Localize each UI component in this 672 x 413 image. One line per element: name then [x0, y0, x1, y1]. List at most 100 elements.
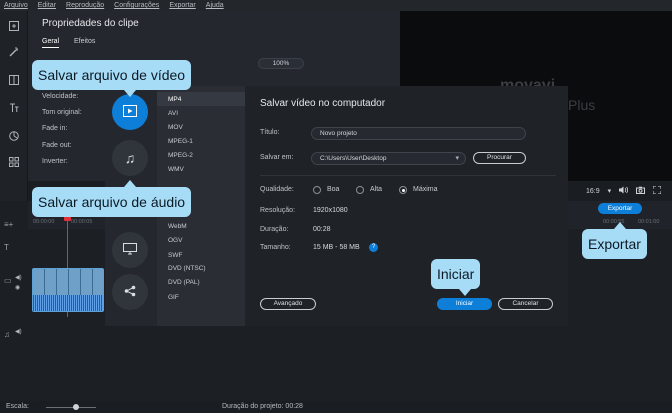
- quality-maxima-radio[interactable]: [399, 186, 407, 194]
- save-location-label: Salvar em:: [260, 154, 294, 161]
- ruler-tick: 00:01:00: [638, 219, 660, 225]
- save-audio-category[interactable]: ♫: [112, 140, 148, 176]
- title-input[interactable]: Novo projeto: [311, 127, 526, 140]
- format-item[interactable]: WebM: [168, 223, 187, 230]
- callout-arrow: [124, 90, 136, 97]
- size-label: Tamanho:: [260, 244, 291, 251]
- camera-icon[interactable]: [636, 186, 646, 196]
- format-item[interactable]: OGV: [168, 237, 182, 244]
- menu-configuracoes[interactable]: Configurações: [114, 2, 159, 9]
- quality-label: Qualidade:: [260, 186, 294, 193]
- save-location-value: C:\Users\User\Desktop: [320, 155, 387, 162]
- original-pitch-label: Tom original:: [42, 109, 82, 116]
- scale-label: Escala:: [6, 403, 29, 410]
- add-track-icon[interactable]: ≡+: [4, 220, 13, 229]
- quality-alta-radio[interactable]: [356, 186, 364, 194]
- advanced-button[interactable]: Avançado: [260, 298, 316, 310]
- menu-arquivo[interactable]: Arquivo: [4, 2, 28, 9]
- scale-slider-handle[interactable]: [73, 404, 79, 410]
- format-item[interactable]: MOV: [168, 124, 183, 131]
- save-video-dialog: Salvar vídeo no computador Título: Novo …: [245, 86, 568, 326]
- export-button[interactable]: Exportar: [598, 203, 642, 214]
- callout-arrow: [614, 222, 626, 229]
- ruler-tick: 00:00:00: [33, 219, 55, 225]
- chevron-down-icon[interactable]: ▾: [608, 187, 612, 195]
- clip-thumbnails: [33, 269, 103, 295]
- scale-slider[interactable]: [46, 407, 96, 408]
- titles-icon[interactable]: [5, 99, 23, 117]
- size-value: 15 MB - 58 MB: [313, 244, 360, 251]
- video-clip[interactable]: [32, 268, 104, 312]
- speed-label: Velocidade:: [42, 93, 79, 100]
- quality-boa-label[interactable]: Boa: [327, 186, 339, 193]
- callout-export: Exportar: [582, 229, 647, 259]
- audio-mute-icon[interactable]: ◀): [15, 328, 22, 335]
- transitions-icon[interactable]: [5, 71, 23, 89]
- ruler-tick: 00:00:05: [71, 219, 93, 225]
- share-icon: [124, 284, 136, 300]
- grid-icon[interactable]: [5, 153, 23, 171]
- tab-geral[interactable]: Geral: [42, 38, 60, 48]
- callout-arrow: [124, 180, 136, 187]
- format-item[interactable]: AVI: [168, 110, 178, 117]
- reverse-label: Inverter:: [42, 158, 68, 165]
- fullscreen-icon[interactable]: [652, 185, 662, 196]
- menu-reproducao[interactable]: Reprodução: [66, 2, 104, 9]
- video-play-icon: [123, 104, 137, 120]
- title-label: Título:: [260, 129, 280, 136]
- resolution-value: 1920x1080: [313, 207, 348, 214]
- tab-efeitos[interactable]: Efeitos: [74, 38, 95, 45]
- menu-exportar[interactable]: Exportar: [169, 2, 195, 9]
- volume-icon[interactable]: [619, 186, 629, 196]
- menu-bar: Arquivo Editar Reprodução Configurações …: [0, 0, 672, 11]
- format-item[interactable]: DVD (NTSC): [168, 265, 206, 272]
- project-duration: Duração do projeto: 00:28: [222, 403, 303, 410]
- divider: [260, 175, 556, 176]
- share-category[interactable]: [112, 274, 148, 310]
- format-item[interactable]: MPEG-2: [168, 152, 193, 159]
- chevron-down-icon: ▾: [455, 155, 459, 162]
- format-item[interactable]: SWF: [168, 252, 182, 259]
- track-eye-icon[interactable]: ◉: [15, 284, 20, 291]
- menu-editar[interactable]: Editar: [38, 2, 56, 9]
- help-icon[interactable]: ?: [369, 243, 378, 252]
- duration-label: Duração:: [260, 226, 289, 233]
- video-track-icon: ▭: [4, 276, 12, 285]
- quality-maxima-label[interactable]: Máxima: [413, 186, 438, 193]
- format-item[interactable]: GIF: [168, 294, 179, 301]
- panel-title: Propriedades do clipe: [42, 18, 139, 29]
- import-icon[interactable]: [5, 17, 23, 35]
- callout-arrow: [459, 289, 471, 296]
- format-item[interactable]: MPEG-1: [168, 138, 193, 145]
- menu-ajuda[interactable]: Ajuda: [206, 2, 224, 9]
- format-item[interactable]: DVD (PAL): [168, 279, 200, 286]
- save-video-category[interactable]: [112, 94, 148, 130]
- resolution-label: Resolução:: [260, 207, 296, 214]
- speed-percent-field[interactable]: 100%: [258, 58, 304, 69]
- callout-start: Iniciar: [431, 259, 481, 289]
- music-track-icon: ♫: [4, 330, 10, 339]
- quality-boa-radio[interactable]: [313, 186, 321, 194]
- text-track-icon: T: [4, 243, 9, 252]
- save-location-select[interactable]: C:\Users\User\Desktop ▾: [311, 152, 466, 165]
- fade-in-label: Fade in:: [42, 125, 68, 132]
- browse-button[interactable]: Procurar: [473, 152, 526, 164]
- format-item[interactable]: WMV: [168, 166, 184, 173]
- player-controls: 16:9 ▾: [560, 183, 672, 199]
- magic-wand-icon[interactable]: [5, 43, 23, 61]
- duration-value: 00:28: [313, 226, 331, 233]
- stickers-icon[interactable]: [5, 127, 23, 145]
- device-category[interactable]: [112, 232, 148, 268]
- quality-alta-label[interactable]: Alta: [370, 186, 382, 193]
- cancel-button[interactable]: Cancelar: [498, 298, 553, 310]
- status-bar: Escala: Duração do projeto: 00:28: [0, 401, 672, 413]
- fade-out-label: Fade out:: [42, 142, 72, 149]
- callout-save-video: Salvar arquivo de vídeo: [32, 60, 192, 90]
- callout-save-audio: Salvar arquivo de áudio: [32, 187, 192, 217]
- start-button[interactable]: Iniciar: [437, 298, 492, 310]
- dialog-title: Salvar vídeo no computador: [260, 98, 386, 109]
- track-mute-icon[interactable]: ◀): [15, 274, 22, 281]
- format-item[interactable]: MP4: [168, 96, 181, 103]
- movavi-plus-text: Plus: [568, 97, 596, 113]
- aspect-ratio-selector[interactable]: 16:9: [586, 188, 600, 195]
